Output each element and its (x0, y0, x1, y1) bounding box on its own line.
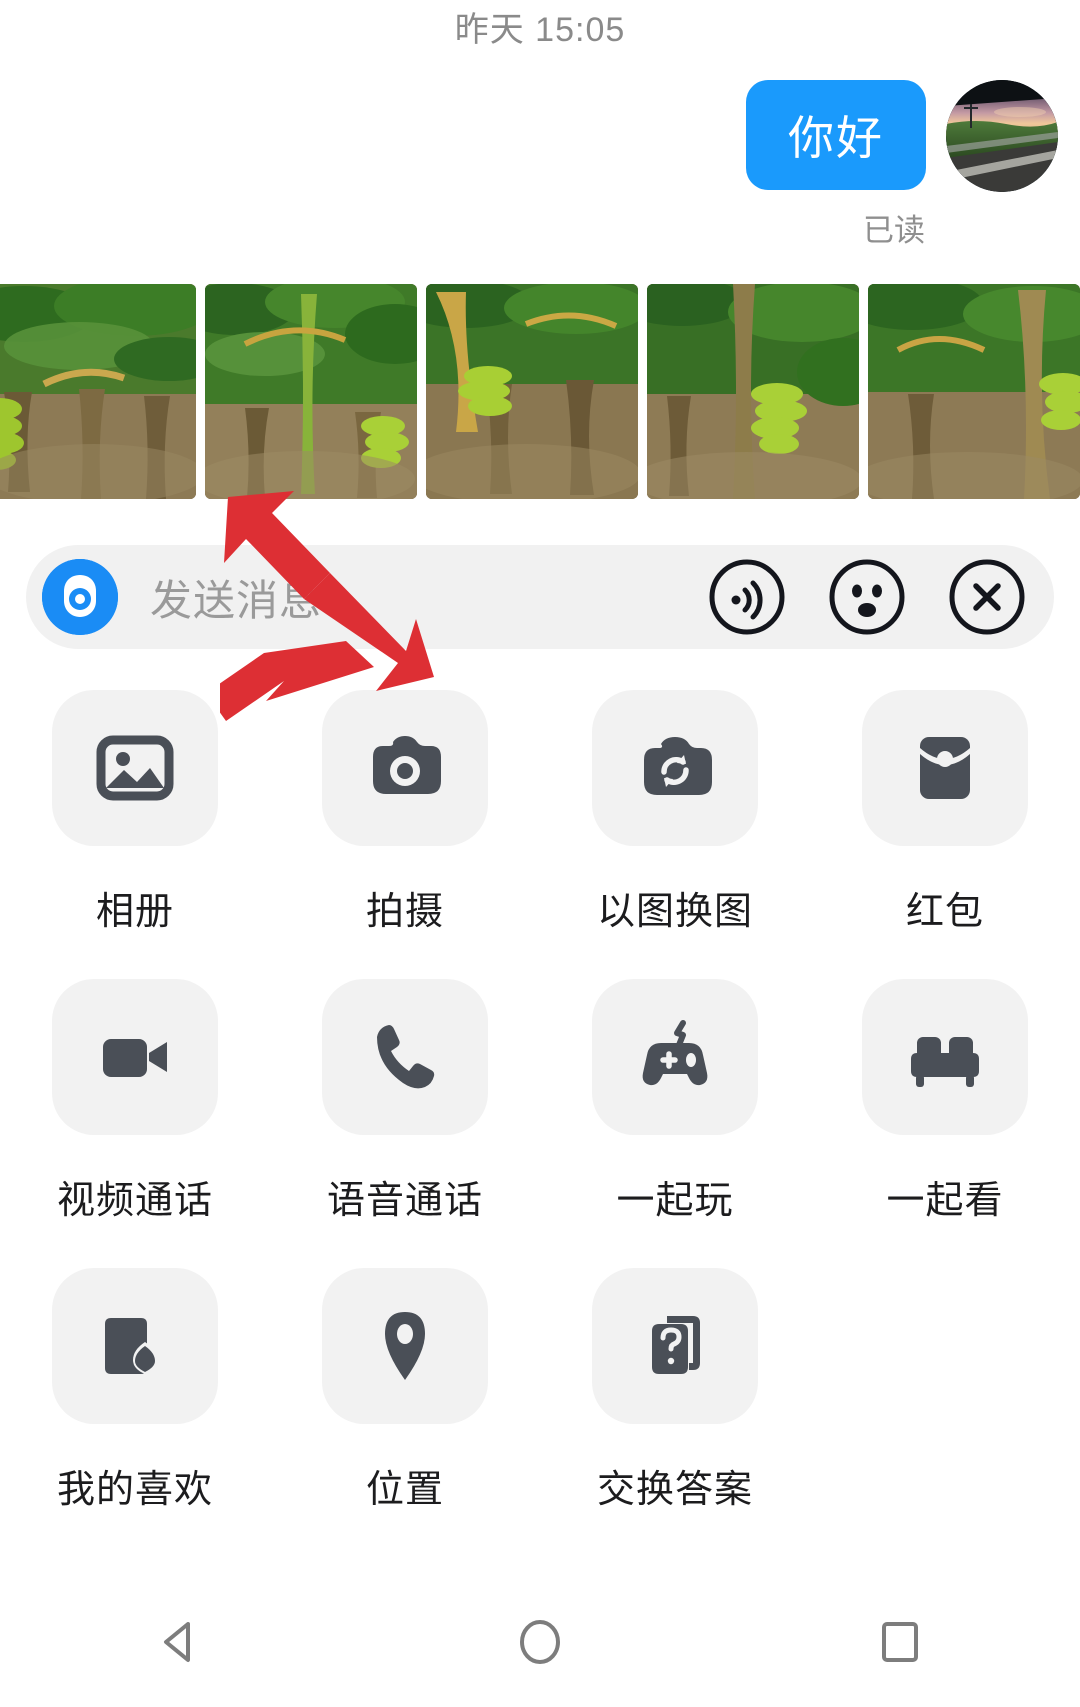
emoji-button[interactable] (828, 558, 906, 636)
grid-item-label: 相册 (95, 891, 174, 933)
input-bar-actions (708, 558, 1026, 636)
camera-icon[interactable] (322, 690, 488, 846)
voice-record-icon[interactable] (42, 559, 118, 635)
question-cards-icon[interactable] (592, 1268, 758, 1424)
grid-item-red-packet[interactable]: 红包 (810, 690, 1080, 979)
location-pin-icon[interactable] (322, 1268, 488, 1424)
grid-item-label: 位置 (365, 1469, 444, 1511)
message-bubble[interactable]: 你好 (746, 80, 926, 190)
grid-item-label: 我的喜欢 (56, 1469, 213, 1511)
grid-item-location[interactable]: 位置 (270, 1268, 540, 1557)
my-favorites-heart-icon[interactable] (52, 1268, 218, 1424)
close-panel-button[interactable] (948, 558, 1026, 636)
grid-item-video-call[interactable]: 视频通话 (0, 979, 270, 1268)
grid-item-exchange-answers[interactable]: 交换答案 (540, 1268, 810, 1557)
avatar[interactable] (946, 80, 1058, 192)
home-button[interactable] (480, 1602, 600, 1682)
grid-item-empty (810, 1268, 1080, 1557)
message-text: 你好 (788, 112, 884, 164)
grid-item-play-together[interactable]: 一起玩 (540, 979, 810, 1268)
attachment-app-grid: 相册 拍摄 以图换图 红包 视频通话 语音通话 一起玩 一起看 我的喜欢 位置 … (0, 690, 1080, 1557)
photo-thumbnail[interactable] (205, 284, 417, 499)
photo-thumbnail[interactable] (868, 284, 1080, 499)
grid-item-label: 视频通话 (56, 1180, 213, 1222)
grid-item-watch-together[interactable]: 一起看 (810, 979, 1080, 1268)
gamepad-icon[interactable] (592, 979, 758, 1135)
grid-item-label: 一起看 (886, 1180, 1004, 1222)
grid-item-label: 红包 (905, 891, 984, 933)
message-input-placeholder[interactable]: 发送消息 (150, 567, 708, 628)
video-call-icon[interactable] (52, 979, 218, 1135)
image-swap-icon[interactable] (592, 690, 758, 846)
phone-call-icon[interactable] (322, 979, 488, 1135)
photo-thumbnail[interactable] (647, 284, 859, 499)
grid-item-image-swap[interactable]: 以图换图 (540, 690, 810, 979)
grid-item-label: 以图换图 (596, 891, 753, 933)
grid-item-label: 语音通话 (326, 1180, 483, 1222)
read-status: 已读 (863, 213, 925, 248)
grid-item-camera[interactable]: 拍摄 (270, 690, 540, 979)
red-packet-icon[interactable] (862, 690, 1028, 846)
grid-item-label: 一起玩 (616, 1180, 734, 1222)
grid-item-label: 交换答案 (596, 1469, 753, 1511)
voice-message-button[interactable] (708, 558, 786, 636)
back-button[interactable] (120, 1602, 240, 1682)
message-timestamp: 昨天 15:05 (454, 11, 626, 49)
grid-item-album[interactable]: 相册 (0, 690, 270, 979)
photo-thumbnail[interactable] (0, 284, 196, 499)
android-nav-bar (0, 1577, 1080, 1707)
grid-item-voice-call[interactable]: 语音通话 (270, 979, 540, 1268)
photo-thumbnail[interactable] (426, 284, 638, 499)
grid-item-my-favorites[interactable]: 我的喜欢 (0, 1268, 270, 1557)
outgoing-message-row: 你好 (746, 80, 1058, 192)
photo-strip[interactable] (0, 284, 1080, 499)
sofa-icon[interactable] (862, 979, 1028, 1135)
message-input-bar[interactable]: 发送消息 (26, 545, 1054, 649)
grid-item-label: 拍摄 (365, 891, 444, 933)
recents-button[interactable] (840, 1602, 960, 1682)
photo-album-icon[interactable] (52, 690, 218, 846)
chat-screen: 昨天 15:05 你好 已读 发送消息 相册 拍摄 以图换图 红包 视频通话 语… (0, 0, 1080, 1707)
